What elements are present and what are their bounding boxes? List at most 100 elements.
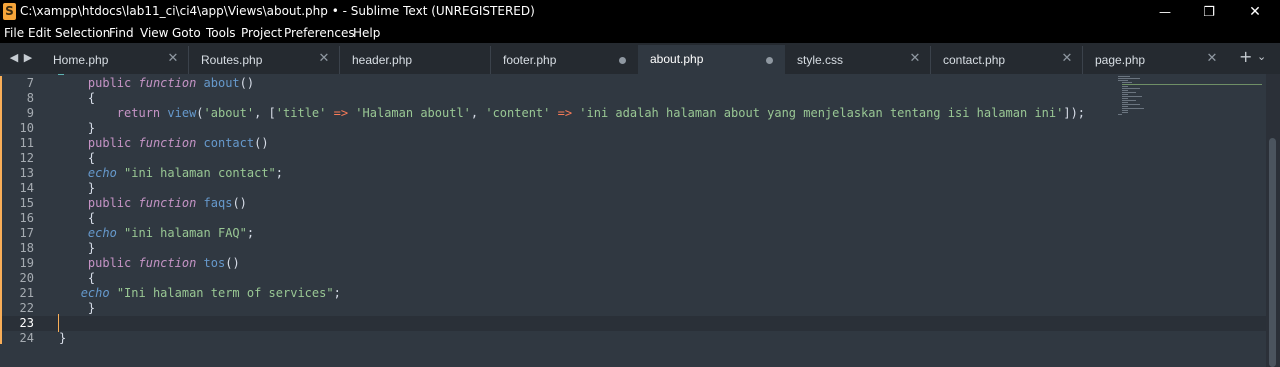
minimap-line [1118, 80, 1128, 81]
minimap-line [1118, 78, 1140, 79]
line-number: 7 [26, 76, 34, 90]
menu-selection[interactable]: Selection [55, 26, 110, 40]
code-line[interactable]: echo "ini halaman contact"; [59, 166, 283, 181]
menu-view[interactable]: View [140, 26, 168, 40]
menu-preferences[interactable]: Preferences [284, 26, 355, 40]
minimap-line [1122, 98, 1128, 99]
code-line[interactable]: { [59, 211, 95, 226]
tab-label: style.css [797, 53, 844, 67]
line-number: 10 [19, 121, 34, 135]
close-tab-icon[interactable]: ✕ [1205, 51, 1219, 67]
tab-home-php[interactable]: Home.php ✕ [41, 46, 189, 74]
code-line[interactable]: } [59, 241, 95, 256]
minimap-line [1122, 82, 1132, 83]
unsaved-dot-icon[interactable] [619, 57, 626, 64]
menu-tools[interactable]: Tools [206, 26, 236, 40]
line-number: 20 [19, 271, 34, 285]
code-line[interactable]: public function contact() [59, 136, 269, 151]
code-line[interactable]: echo "Ini halaman term of services"; [59, 286, 341, 301]
tab-routes-php[interactable]: Routes.php ✕ [189, 46, 340, 74]
menu-project[interactable]: Project [241, 26, 282, 40]
line-number: 9 [26, 106, 34, 120]
close-tab-icon[interactable]: ✕ [1060, 51, 1074, 67]
code-line[interactable]: { [59, 91, 95, 106]
line-number: 18 [19, 241, 34, 255]
code-line[interactable]: } [59, 121, 95, 136]
line-number: 12 [19, 151, 34, 165]
text-caret [58, 314, 59, 332]
minimap-line [1122, 100, 1136, 101]
tab-label: header.php [352, 53, 413, 67]
tab-header-php[interactable]: header.php [340, 46, 491, 74]
current-line-highlight [0, 316, 1266, 331]
tab-page-php[interactable]: page.php ✕ [1083, 46, 1228, 74]
tab-bar: ◀ ▶ Home.php ✕ Routes.php ✕ header.php f… [0, 43, 1280, 74]
menu-file[interactable]: File [4, 26, 24, 40]
minimap-line [1122, 108, 1144, 109]
line-number: 17 [19, 226, 34, 240]
code-line[interactable]: echo "ini halaman FAQ"; [59, 226, 254, 241]
fold-marker [58, 74, 64, 75]
sublime-text-icon: S [3, 3, 16, 20]
menu-help[interactable]: Help [353, 26, 380, 40]
close-icon: ✕ [1249, 4, 1261, 20]
tab-prev-icon[interactable]: ◀ [8, 51, 20, 65]
minimap-line [1122, 84, 1262, 85]
close-tab-icon[interactable]: ✕ [166, 51, 180, 67]
line-number: 22 [19, 301, 34, 315]
restore-icon: ❐ [1203, 4, 1215, 20]
minimap-line [1122, 90, 1128, 91]
title-bar: S C:\xampp\htdocs\lab11_ci\ci4\app\Views… [0, 0, 1280, 24]
scrollbar-thumb[interactable] [1269, 138, 1276, 367]
minimap-line [1118, 76, 1130, 77]
tab-style-css[interactable]: style.css ✕ [785, 46, 931, 74]
minimap[interactable] [1116, 74, 1266, 134]
tab-label: contact.php [943, 53, 1006, 67]
tab-about-php[interactable]: about.php [638, 45, 785, 74]
code-editor[interactable]: 7 public function about() 8 {9 return vie… [0, 74, 1266, 367]
code-line[interactable]: { [59, 151, 95, 166]
close-tab-icon[interactable]: ✕ [908, 51, 922, 67]
minimap-line [1122, 104, 1140, 105]
code-line[interactable]: return view('about', ['title' => 'Halama… [59, 106, 1085, 121]
menu-goto[interactable]: Goto [172, 26, 201, 40]
minimap-line [1122, 110, 1128, 111]
new-tab-icon[interactable]: + [1239, 49, 1252, 65]
tab-label: footer.php [503, 53, 557, 67]
minimize-icon: — [1159, 5, 1171, 19]
minimap-line [1122, 96, 1142, 97]
close-tab-icon[interactable]: ✕ [317, 51, 331, 67]
minimap-line [1122, 86, 1128, 87]
code-line[interactable]: public function about() [59, 76, 254, 91]
tab-label: page.php [1095, 53, 1146, 67]
minimap-line [1122, 102, 1128, 103]
menu-find[interactable]: Find [109, 26, 134, 40]
line-number: 16 [19, 211, 34, 225]
line-number: 8 [26, 91, 34, 105]
code-line[interactable]: } [59, 181, 95, 196]
tab-footer-php[interactable]: footer.php [491, 46, 639, 74]
minimap-line [1122, 92, 1136, 93]
code-line[interactable]: } [59, 301, 95, 316]
window-title: C:\xampp\htdocs\lab11_ci\ci4\app\Views\a… [20, 4, 535, 18]
line-number: 23 [19, 316, 34, 330]
tab-list-chevron-icon[interactable]: ⌄ [1257, 50, 1266, 63]
line-number: 14 [19, 181, 34, 195]
minimize-button[interactable]: — [1142, 0, 1188, 24]
minimap-line [1122, 94, 1128, 95]
line-number: 21 [19, 286, 34, 300]
tab-contact-php[interactable]: contact.php ✕ [931, 46, 1083, 74]
code-line[interactable]: { [59, 271, 95, 286]
minimap-line [1122, 112, 1128, 113]
code-line[interactable]: public function faqs() [59, 196, 247, 211]
line-number: 13 [19, 166, 34, 180]
maximize-button[interactable]: ❐ [1186, 0, 1232, 24]
close-button[interactable]: ✕ [1232, 0, 1278, 24]
minimap-line [1122, 106, 1128, 107]
tab-next-icon[interactable]: ▶ [22, 51, 34, 65]
menu-edit[interactable]: Edit [28, 26, 51, 40]
unsaved-dot-icon[interactable] [766, 57, 773, 64]
menu-bar: File Edit Selection Find View Goto Tools… [0, 24, 1280, 43]
code-line[interactable]: } [59, 331, 66, 346]
code-line[interactable]: public function tos() [59, 256, 240, 271]
